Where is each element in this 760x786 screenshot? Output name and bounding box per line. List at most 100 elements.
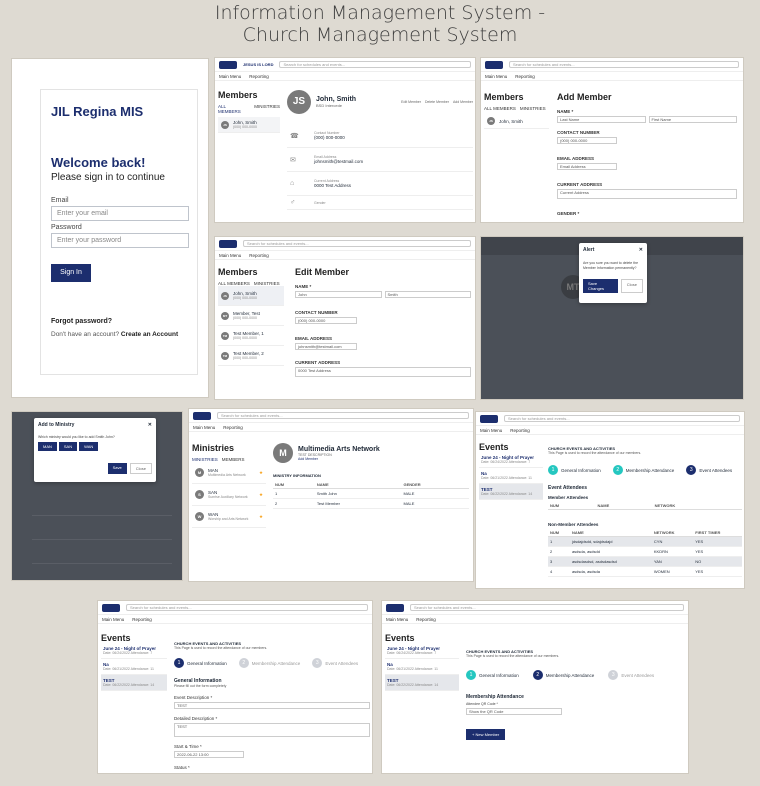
profile-avatar: JS	[287, 90, 311, 114]
step-general[interactable]: 1 General Information	[174, 658, 227, 668]
forgot-password-link[interactable]: Forgot password?	[51, 318, 187, 325]
list-item[interactable]: TM Test Member, 2 (000) 000-0000	[218, 346, 284, 366]
step-attendees[interactable]: 3 Event Attendees	[608, 670, 654, 680]
list-item[interactable]: TEST Date: 06/22/2022 Attendance: 14	[479, 484, 543, 500]
first-name-field[interactable]: First Name	[648, 116, 737, 123]
list-item[interactable]: June 24 - Night of Prayer Date: 06/24/202…	[479, 452, 543, 468]
step-membership[interactable]: 2 Membership Attendance	[238, 658, 300, 668]
reporting-menu[interactable]: Reporting	[132, 617, 152, 622]
star-icon[interactable]: ★	[259, 470, 263, 476]
edit-member-button[interactable]: Edit Member	[401, 100, 421, 104]
search-input[interactable]: Search for schedules and events...	[243, 240, 471, 247]
star-icon[interactable]: ★	[259, 514, 263, 520]
contact-field[interactable]: (000) 000-0000	[557, 137, 617, 144]
main-menu[interactable]: Main Menu	[102, 617, 124, 622]
reporting-menu[interactable]: Reporting	[510, 428, 530, 433]
event-sub: Date: 06/22/2022 Attendance: 14	[103, 683, 155, 687]
search-input[interactable]: Search for schedules and events...	[410, 604, 684, 611]
search-input[interactable]: Search for schedules and events...	[126, 604, 368, 611]
tab-members[interactable]: MEMBERS	[222, 457, 245, 462]
qr-field[interactable]: Show the QR Code	[466, 708, 562, 715]
sign-in-button[interactable]: Sign In	[51, 264, 91, 282]
step-general[interactable]: 1 General Information	[548, 465, 601, 475]
chip-san[interactable]: SAN	[58, 442, 78, 451]
close-button[interactable]: Close	[620, 279, 643, 293]
step-general[interactable]: 1 General Information	[466, 670, 519, 680]
last-name-field[interactable]: Smith	[384, 291, 471, 298]
list-item[interactable]: TEST Date: 06/22/2022 Attendance: 14	[101, 675, 167, 691]
last-name-field[interactable]: Last Name	[557, 116, 646, 123]
detailed-field[interactable]: TEST	[174, 723, 370, 737]
tab-ministries[interactable]: MINISTRIES	[192, 457, 218, 462]
new-member-button[interactable]: + New Member	[466, 729, 506, 740]
member-phone: (000) 000-0000	[233, 356, 257, 360]
list-item[interactable]: Na Date: 06/21/2022 Attendance: 11	[479, 468, 543, 484]
save-button[interactable]: Save	[107, 463, 127, 474]
star-icon[interactable]: ★	[259, 492, 263, 498]
step-membership[interactable]: 2 Membership Attendance	[612, 465, 674, 475]
main-menu[interactable]: Main Menu	[386, 617, 408, 622]
close-icon[interactable]: ✕	[148, 422, 152, 428]
list-item[interactable]: June 24 - Night of Prayer Date: 06/24/202…	[101, 643, 167, 659]
close-button[interactable]: Close	[129, 463, 152, 474]
chip-man[interactable]: MAN	[38, 442, 57, 451]
password-field[interactable]: Enter your password	[51, 233, 189, 248]
step-attendees[interactable]: 3 Event Attendees	[686, 465, 732, 475]
contact-field[interactable]: (000) 000-0000	[295, 317, 357, 324]
email-field[interactable]: Enter your email	[51, 206, 189, 221]
tab-ministries[interactable]: MINISTRIES	[254, 104, 280, 114]
tab-all-members[interactable]: ALL MEMBERS	[484, 106, 516, 111]
address-field[interactable]: Current Address	[557, 189, 737, 199]
list-item[interactable]: TEST Date: 06/22/2022 Attendance: 14	[385, 675, 459, 691]
list-item[interactable]: Na Date: 06/21/2022 Attendance: 11	[101, 659, 167, 675]
list-item[interactable]: M MAN Multimedia Arts Network ★	[192, 462, 266, 484]
reporting-menu[interactable]: Reporting	[223, 425, 243, 430]
add-member-link[interactable]: Add Member	[298, 457, 380, 461]
list-item[interactable]: S SAN Sunrise Auxiliary Network ★	[192, 484, 266, 506]
search-input[interactable]: Search for schedules and events...	[509, 61, 739, 68]
reporting-menu[interactable]: Reporting	[249, 74, 269, 79]
delete-member-button[interactable]: Delete Member	[425, 100, 449, 104]
step-attendees[interactable]: 3 Event Attendees	[312, 658, 358, 668]
save-changes-button[interactable]: Save Changes	[583, 279, 618, 293]
list-item[interactable]: MT Member, Test (000) 000-0000	[218, 306, 284, 326]
search-input[interactable]: Search for schedules and events...	[279, 61, 471, 68]
menu-bar: Main Menu Reporting	[215, 251, 475, 260]
main-menu[interactable]: Main Menu	[219, 253, 241, 258]
list-item[interactable]: Na Date: 06/21/2022 Attendance: 11	[385, 659, 459, 675]
email-field[interactable]: Email Address	[557, 163, 617, 170]
member-phone: (000) 000-0000	[233, 336, 257, 340]
tab-all-members[interactable]: ALL MEMBERS	[218, 104, 248, 114]
list-item[interactable]: W WAN Worship and Arts Network ★	[192, 506, 266, 528]
reporting-menu[interactable]: Reporting	[416, 617, 436, 622]
add-member-button[interactable]: Add Member	[453, 100, 473, 104]
close-icon[interactable]: ✕	[639, 247, 643, 253]
address-field[interactable]: 0000 Test Address	[295, 367, 471, 377]
logo-text: JESUS IS LORD	[243, 62, 274, 67]
email-field[interactable]: johnsmith@testmail.com	[295, 343, 357, 350]
tab-ministries[interactable]: MINISTRIES	[520, 106, 546, 111]
tab-all-members[interactable]: ALL MEMBERS	[218, 281, 250, 286]
list-item[interactable]: JS John, Smith (000) 000-0000	[218, 286, 284, 306]
reporting-menu[interactable]: Reporting	[515, 74, 535, 79]
event-desc-field[interactable]: TEST	[174, 702, 370, 709]
main-menu[interactable]: Main Menu	[219, 74, 241, 79]
list-item[interactable]: JS John, Smith	[484, 114, 549, 129]
search-input[interactable]: Search for schedules and events...	[504, 415, 740, 422]
create-account-link[interactable]: Create an Account	[121, 331, 178, 338]
main-menu[interactable]: Main Menu	[193, 425, 215, 430]
reporting-menu[interactable]: Reporting	[249, 253, 269, 258]
chip-wan[interactable]: WAN	[79, 442, 99, 451]
list-item[interactable]: TM Test Member, 1 (000) 000-0000	[218, 326, 284, 346]
start-field[interactable]: 2022-06-22 13:00	[174, 751, 244, 758]
search-input[interactable]: Search for schedules and events...	[217, 412, 469, 419]
event-list: June 24 - Night of Prayer Date: 06/24/202…	[385, 643, 459, 691]
tab-ministries[interactable]: MINISTRIES	[254, 281, 280, 286]
first-name-field[interactable]: John	[295, 291, 382, 298]
main-menu[interactable]: Main Menu	[480, 428, 502, 433]
member-phone: (000) 000-0000	[233, 316, 257, 320]
step-membership[interactable]: 2 Membership Attendance	[532, 670, 594, 680]
list-item[interactable]: JS John, Smith (000) 000-0000	[218, 117, 280, 133]
main-menu[interactable]: Main Menu	[485, 74, 507, 79]
list-item[interactable]: June 24 - Night of Prayer Date: 06/24/202…	[385, 643, 459, 659]
